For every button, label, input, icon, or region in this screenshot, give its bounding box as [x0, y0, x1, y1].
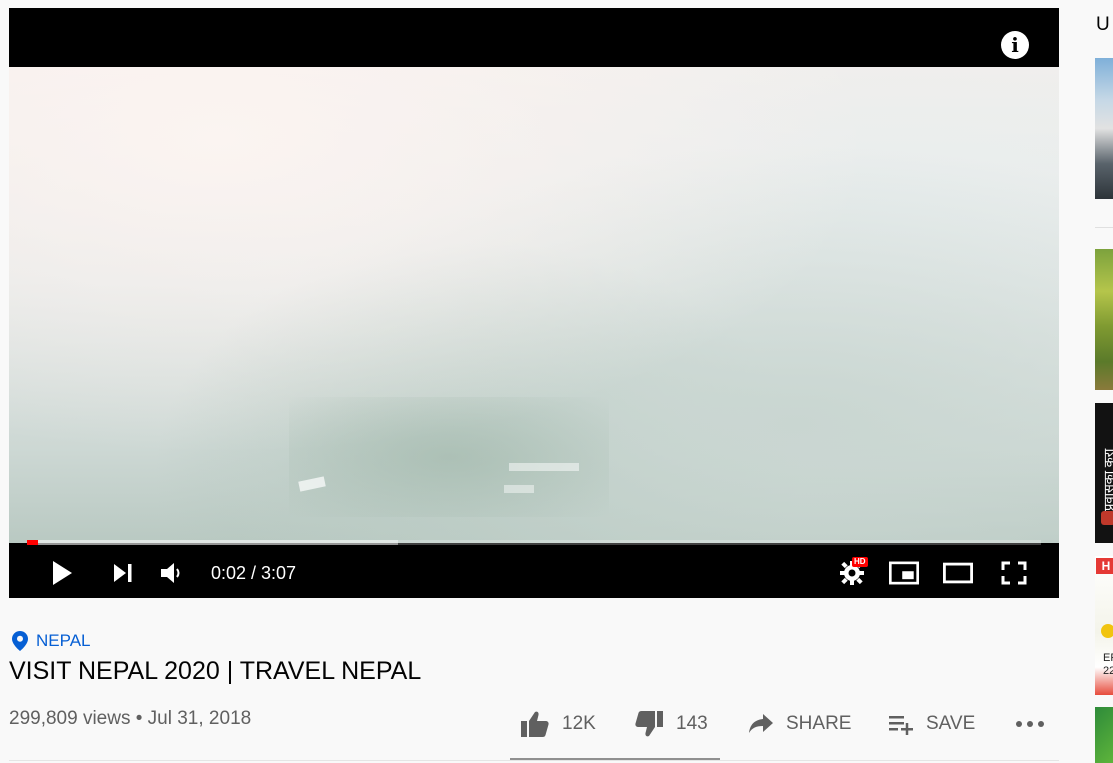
skip-next-icon — [114, 564, 132, 582]
progress-bar[interactable] — [27, 540, 1041, 545]
dislike-count: 143 — [676, 713, 708, 734]
info-icon[interactable]: i — [1001, 31, 1029, 59]
volume-icon — [161, 563, 180, 583]
like-button[interactable]: 12K — [520, 708, 596, 740]
playlist-add-icon — [889, 716, 913, 735]
play-icon — [53, 561, 72, 585]
thumbnail-emblem — [1101, 624, 1113, 638]
player-controls: 0:02 / 3:07 HD — [9, 548, 1059, 598]
mute-button[interactable] — [157, 560, 187, 586]
thumbs-up-icon — [521, 711, 549, 737]
thumbnail-text: EF 227 — [1103, 652, 1113, 677]
recommended-thumbnail[interactable]: H EF 227 — [1095, 556, 1113, 695]
up-next-thumbnail[interactable] — [1095, 58, 1113, 199]
miniplayer-icon — [889, 561, 919, 585]
dislike-button[interactable]: 143 — [634, 708, 708, 740]
video-meta: 299,809 views • Jul 31, 2018 — [9, 708, 252, 729]
video-player[interactable]: i 0:02 / 3:07 HD — [9, 8, 1059, 598]
flag-icon — [1101, 511, 1113, 525]
hd-badge: HD — [852, 557, 868, 567]
more-actions-button[interactable] — [1015, 708, 1045, 740]
recommended-thumbnail[interactable]: प्रवासका कुरा — [1095, 403, 1113, 543]
miniplayer-button[interactable] — [889, 560, 919, 586]
fullscreen-button[interactable] — [999, 560, 1029, 586]
theater-mode-icon — [943, 562, 973, 584]
share-button[interactable]: SHARE — [748, 708, 851, 740]
recommended-thumbnail[interactable] — [1095, 707, 1113, 763]
time-display: 0:02 / 3:07 — [211, 563, 297, 583]
settings-button[interactable]: HD — [837, 557, 868, 586]
video-frame[interactable] — [9, 67, 1059, 543]
like-count: 12K — [562, 713, 596, 734]
save-label: SAVE — [926, 713, 976, 734]
sidebar-separator — [1095, 227, 1113, 228]
location-label[interactable]: NEPAL — [36, 631, 91, 651]
divider — [9, 760, 1059, 761]
play-button[interactable] — [47, 560, 77, 586]
save-button[interactable]: SAVE — [888, 708, 975, 740]
video-rooftop — [504, 485, 534, 493]
share-label: SHARE — [786, 713, 852, 734]
youtube-watch-page: i 0:02 / 3:07 HD NEPAL VISIT NEPAL 2020 … — [0, 0, 1113, 763]
share-arrow-icon — [749, 714, 773, 733]
video-title: VISIT NEPAL 2020 | TRAVEL NEPAL — [9, 657, 422, 685]
recommended-thumbnail[interactable] — [1095, 249, 1113, 390]
thumbnail-text: प्रवासका कुरा — [1101, 448, 1113, 511]
progress-played — [27, 540, 38, 545]
next-button[interactable] — [108, 560, 138, 586]
up-next-heading: U — [1096, 14, 1110, 35]
theater-mode-button[interactable] — [943, 560, 973, 586]
progress-buffer — [27, 540, 398, 545]
location-pin-icon — [12, 631, 28, 651]
thumbnail-badge: H — [1096, 558, 1113, 574]
thumbs-down-icon — [635, 711, 663, 737]
location-link[interactable]: NEPAL — [12, 631, 91, 651]
video-haze — [289, 397, 609, 517]
video-rooftop — [509, 463, 579, 471]
more-horizontal-icon — [1016, 721, 1044, 727]
fullscreen-icon — [1001, 561, 1027, 585]
